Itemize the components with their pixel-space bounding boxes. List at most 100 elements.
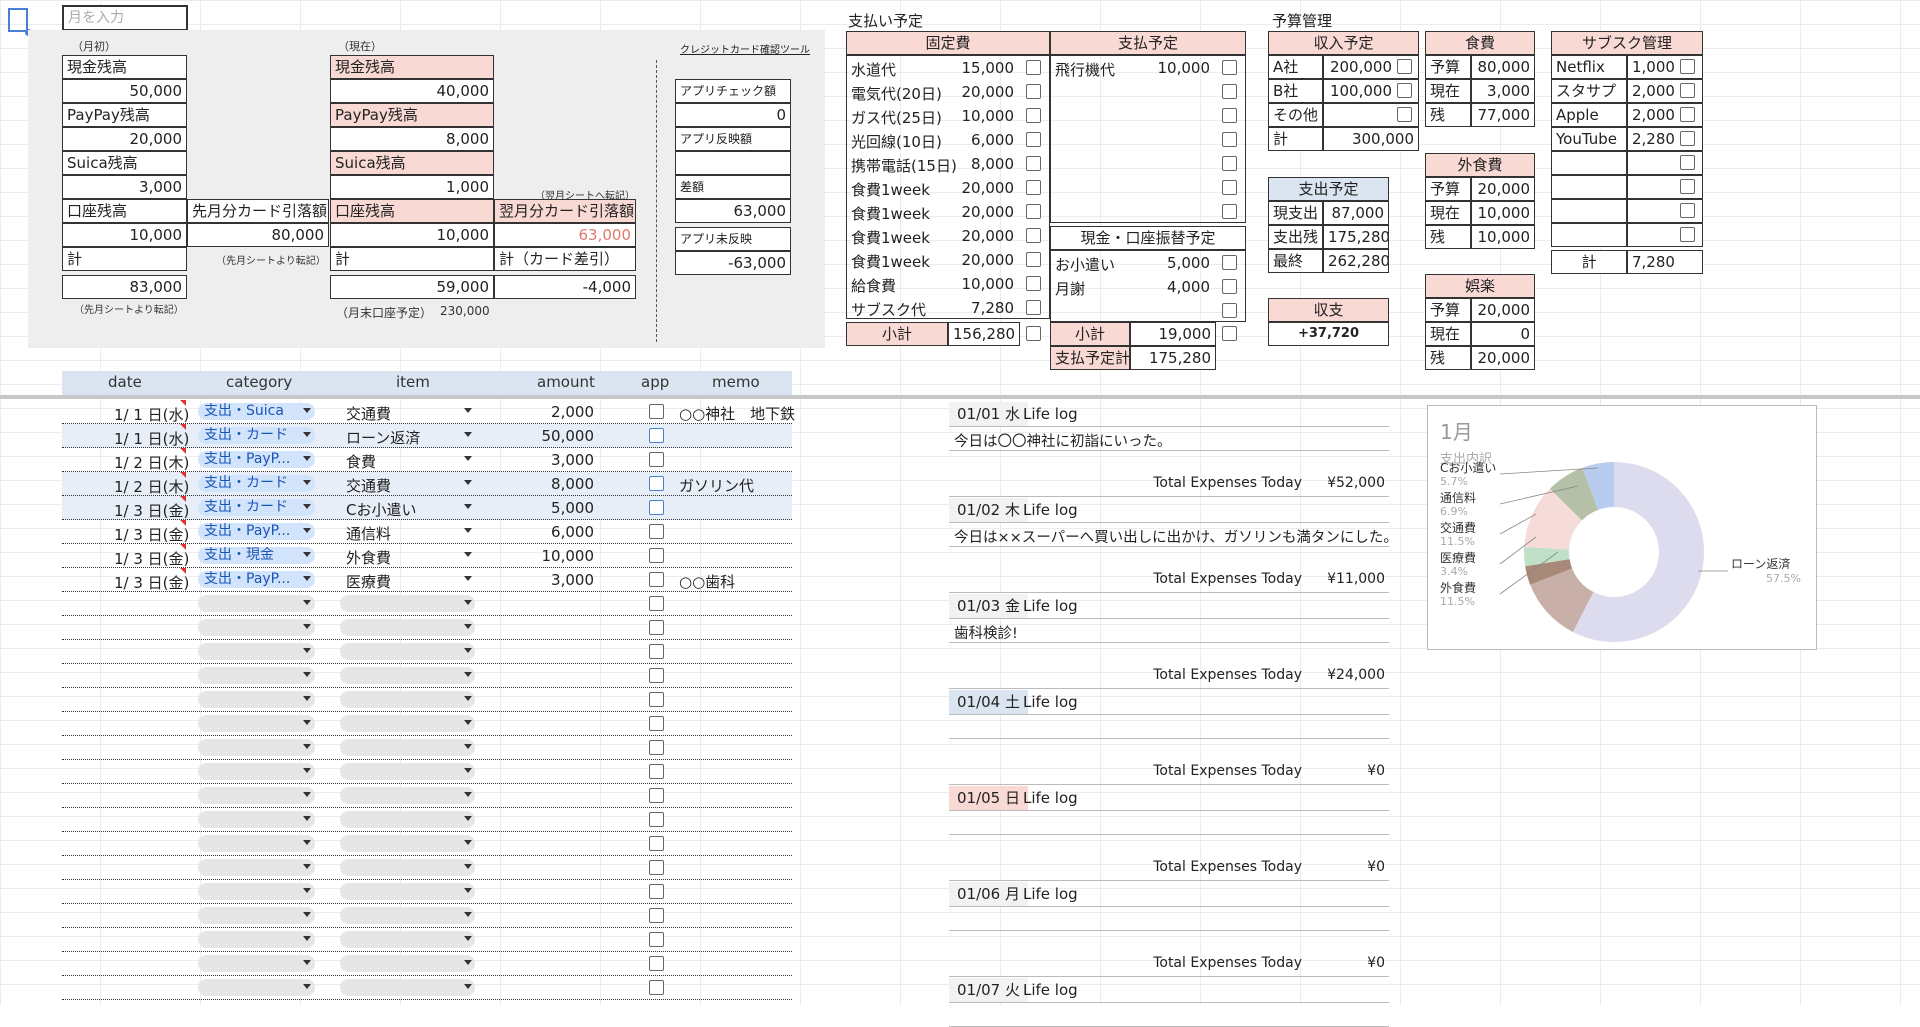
category-chip-empty[interactable] xyxy=(198,643,315,660)
category-caret[interactable] xyxy=(303,912,311,917)
item-caret[interactable] xyxy=(464,936,472,941)
current-cash-value[interactable]: 40,000 xyxy=(330,79,494,103)
item-label[interactable]: 外食費 xyxy=(346,547,391,568)
item-caret[interactable] xyxy=(464,720,472,725)
amount-value[interactable]: 2,000 xyxy=(462,403,594,421)
ledger-row[interactable] xyxy=(62,832,792,856)
item-label[interactable]: ローン返済 xyxy=(346,427,420,448)
start-cash-value[interactable]: 50,000 xyxy=(62,79,187,103)
ledger-row[interactable]: 1/ 3 日(金) 支出・PayP... 通信料 6,000 xyxy=(62,520,792,544)
ledger-row[interactable] xyxy=(62,904,792,928)
income-checkbox[interactable] xyxy=(1397,107,1412,122)
amount-value[interactable]: 3,000 xyxy=(462,571,594,589)
start-suica-value[interactable]: 3,000 xyxy=(62,175,187,199)
sub-checkbox[interactable] xyxy=(1680,227,1695,242)
ledger-row[interactable]: 1/ 1 日(水) 支出・カード ローン返済 50,000 xyxy=(62,424,792,448)
category-chip-empty[interactable] xyxy=(198,595,315,612)
life-log-text[interactable]: 歯科検診! xyxy=(954,622,1018,643)
category-caret[interactable] xyxy=(303,960,311,965)
fixed-item-checkbox[interactable] xyxy=(1026,180,1041,195)
category-caret[interactable] xyxy=(303,552,311,557)
ledger-row[interactable]: 1/ 3 日(金) 支出・カード Cお小遣い 5,000 xyxy=(62,496,792,520)
category-caret[interactable] xyxy=(303,504,311,509)
category-caret[interactable] xyxy=(303,624,311,629)
category-chip-empty[interactable] xyxy=(198,787,315,804)
fixed-item-checkbox[interactable] xyxy=(1026,204,1041,219)
amount-value[interactable]: 8,000 xyxy=(462,475,594,493)
current-bank-value[interactable]: 10,000 xyxy=(330,223,494,247)
item-label[interactable]: 医療費 xyxy=(346,571,391,592)
app-checkbox[interactable] xyxy=(649,692,664,707)
item-pill-empty[interactable] xyxy=(340,715,475,732)
fixed-subtotal-checkbox[interactable] xyxy=(1026,326,1041,341)
ledger-row[interactable]: 1/ 3 日(金) 支出・PayP... 医療費 3,000 ○○歯科 xyxy=(62,568,792,592)
category-caret[interactable] xyxy=(303,456,311,461)
item-label[interactable]: Cお小遣い xyxy=(346,499,416,520)
life-log-text[interactable]: 今日は××スーパーへ買い出しに出かけ、ガソリンも満タンにした。 xyxy=(954,526,1398,547)
category-caret[interactable] xyxy=(303,648,311,653)
ledger-row[interactable] xyxy=(62,616,792,640)
app-checkbox[interactable] xyxy=(649,524,664,539)
item-pill-empty[interactable] xyxy=(340,667,475,684)
category-caret[interactable] xyxy=(303,480,311,485)
app-check-value[interactable]: 0 xyxy=(675,103,791,127)
item-caret[interactable] xyxy=(464,600,472,605)
category-caret[interactable] xyxy=(303,432,311,437)
fixed-item-checkbox[interactable] xyxy=(1026,228,1041,243)
category-chip-empty[interactable] xyxy=(198,859,315,876)
current-suica-value[interactable]: 1,000 xyxy=(330,175,494,199)
planned-item-checkbox[interactable] xyxy=(1222,204,1237,219)
app-checkbox[interactable] xyxy=(649,812,664,827)
amount-value[interactable]: 3,000 xyxy=(462,451,594,469)
app-checkbox[interactable] xyxy=(649,428,664,443)
income-checkbox[interactable] xyxy=(1397,83,1412,98)
item-pill-empty[interactable] xyxy=(340,931,475,948)
category-caret[interactable] xyxy=(303,696,311,701)
category-caret[interactable] xyxy=(303,792,311,797)
app-reflect-value[interactable] xyxy=(675,151,791,175)
category-chip[interactable]: 支出・PayP... xyxy=(198,451,315,468)
ledger-row[interactable] xyxy=(62,856,792,880)
ledger-row[interactable]: 1/ 2 日(木) 支出・PayP... 食費 3,000 xyxy=(62,448,792,472)
app-checkbox[interactable] xyxy=(649,476,664,491)
category-chip-empty[interactable] xyxy=(198,907,315,924)
active-cell-indicator[interactable] xyxy=(8,8,28,32)
app-checkbox[interactable] xyxy=(649,956,664,971)
app-checkbox[interactable] xyxy=(649,980,664,995)
planned-item-checkbox[interactable] xyxy=(1222,84,1237,99)
sub-checkbox[interactable] xyxy=(1680,155,1695,170)
fixed-item-checkbox[interactable] xyxy=(1026,60,1041,75)
category-caret[interactable] xyxy=(303,816,311,821)
ledger-row[interactable] xyxy=(62,712,792,736)
category-caret[interactable] xyxy=(303,744,311,749)
memo-value[interactable]: ガソリン代 xyxy=(679,475,754,496)
item-caret[interactable] xyxy=(464,672,472,677)
category-caret[interactable] xyxy=(303,864,311,869)
item-pill-empty[interactable] xyxy=(340,835,475,852)
item-pill-empty[interactable] xyxy=(340,619,475,636)
item-pill-empty[interactable] xyxy=(340,787,475,804)
item-caret[interactable] xyxy=(464,696,472,701)
row-date[interactable]: 1/ 1 日(水) xyxy=(114,428,189,449)
fixed-item-checkbox[interactable] xyxy=(1026,108,1041,123)
row-date[interactable]: 1/ 3 日(金) xyxy=(114,524,189,545)
start-paypay-value[interactable]: 20,000 xyxy=(62,127,187,151)
item-pill-empty[interactable] xyxy=(340,979,475,996)
memo-value[interactable]: ○○歯科 xyxy=(679,571,735,592)
item-label[interactable]: 食費 xyxy=(346,451,376,472)
category-chip-empty[interactable] xyxy=(198,835,315,852)
row-date[interactable]: 1/ 3 日(金) xyxy=(114,572,189,593)
app-checkbox[interactable] xyxy=(649,548,664,563)
category-caret[interactable] xyxy=(303,408,311,413)
fixed-item-checkbox[interactable] xyxy=(1026,300,1041,315)
ledger-row[interactable] xyxy=(62,760,792,784)
app-checkbox[interactable] xyxy=(649,836,664,851)
item-pill-empty[interactable] xyxy=(340,859,475,876)
app-checkbox[interactable] xyxy=(649,620,664,635)
category-caret[interactable] xyxy=(303,528,311,533)
ledger-row[interactable] xyxy=(62,640,792,664)
app-checkbox[interactable] xyxy=(649,404,664,419)
app-checkbox[interactable] xyxy=(649,884,664,899)
category-chip-empty[interactable] xyxy=(198,691,315,708)
memo-value[interactable]: ○○神社 地下鉄 xyxy=(679,403,795,424)
